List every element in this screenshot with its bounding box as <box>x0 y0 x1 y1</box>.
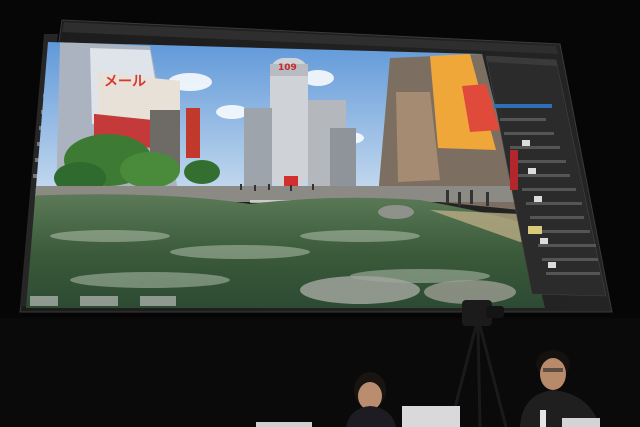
cylinder-tower <box>270 58 308 188</box>
photo-scene: メール 109 <box>0 0 640 427</box>
bottom-crosswalk <box>30 296 176 306</box>
tower-sign: 109 <box>278 63 297 73</box>
microphone-icon <box>540 410 546 427</box>
billboard-left-text: メール <box>104 74 146 90</box>
edited-photo: メール 109 <box>26 42 545 308</box>
